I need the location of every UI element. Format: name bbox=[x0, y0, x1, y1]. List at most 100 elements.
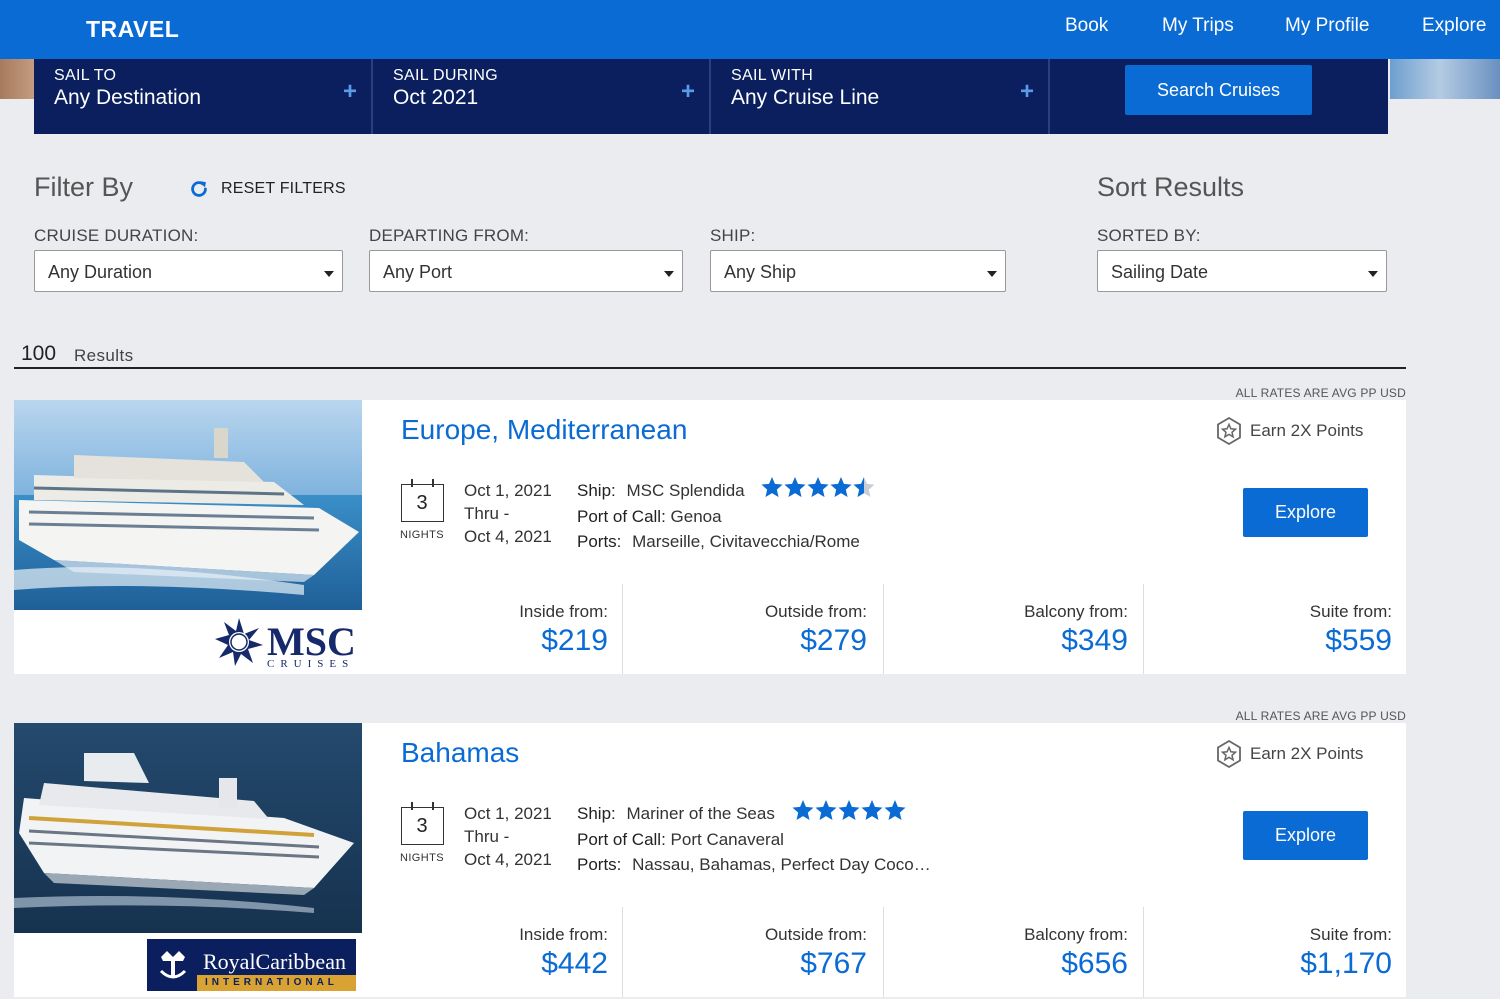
inside-price-label: Inside from: bbox=[519, 602, 608, 621]
port-of-call: Port Canaveral bbox=[670, 829, 784, 849]
ship-photo[interactable] bbox=[14, 400, 362, 610]
destination-title[interactable]: Bahamas bbox=[401, 737, 519, 769]
nights-label: NIGHTS bbox=[400, 852, 444, 864]
sail-during-value: Oct 2021 bbox=[393, 86, 479, 109]
explore-button[interactable]: Explore bbox=[1243, 811, 1368, 860]
earn-points-badge: Earn 2X Points bbox=[1214, 739, 1363, 769]
results-count: 100 bbox=[21, 342, 57, 365]
royal-caribbean-logo-subtext: INTERNATIONAL bbox=[205, 977, 338, 988]
sailing-dates: Oct 1, 2021 Thru - Oct 4, 2021 bbox=[464, 802, 552, 871]
suite-price[interactable]: Suite from: $559 bbox=[1143, 584, 1406, 674]
outside-price-value[interactable]: $767 bbox=[623, 947, 867, 981]
brand-logo[interactable]: TRAVEL bbox=[86, 16, 179, 43]
balcony-price[interactable]: Balcony from: $656 bbox=[883, 907, 1142, 997]
sail-with-selector[interactable]: SAIL WITH Any Cruise Line + bbox=[711, 59, 1050, 134]
date-end: Oct 4, 2021 bbox=[464, 527, 552, 546]
sorted-by-label: SORTED BY: bbox=[1097, 226, 1201, 245]
inside-price[interactable]: Inside from: $219 bbox=[363, 584, 622, 674]
sail-with-label: SAIL WITH bbox=[731, 67, 814, 84]
calendar-icon: 3 bbox=[401, 802, 444, 845]
explore-button[interactable]: Explore bbox=[1243, 488, 1368, 537]
ship-name: Mariner of the Seas bbox=[626, 804, 775, 823]
balcony-price-value[interactable]: $656 bbox=[884, 947, 1128, 981]
results-count-label: Results bbox=[74, 346, 134, 365]
crown-anchor-icon bbox=[159, 951, 187, 979]
filter-by-title: Filter By bbox=[34, 172, 134, 202]
date-start: Oct 1, 2021 bbox=[464, 481, 552, 500]
sorted-by-select[interactable]: Sailing Date bbox=[1097, 250, 1387, 292]
nights-label: NIGHTS bbox=[400, 529, 444, 541]
cruise-duration-select[interactable]: Any Duration bbox=[34, 250, 343, 292]
search-cruises-button[interactable]: Search Cruises bbox=[1125, 65, 1312, 115]
balcony-price[interactable]: Balcony from: $349 bbox=[883, 584, 1142, 674]
earn-points-badge: Earn 2X Points bbox=[1214, 416, 1363, 446]
caret-down-icon bbox=[664, 271, 674, 277]
suite-price-label: Suite from: bbox=[1309, 602, 1392, 621]
cruise-details: Ship: Mariner of the Seas Port of Call: … bbox=[577, 797, 931, 878]
nav-link-my-trips[interactable]: My Trips bbox=[1162, 15, 1234, 37]
cruise-duration-value: Any Duration bbox=[48, 262, 153, 282]
sailing-dates: Oct 1, 2021 Thru - Oct 4, 2021 bbox=[464, 479, 552, 548]
result-card: MSC CRUISES Europe, Mediterranean 3 NIGH… bbox=[14, 400, 1406, 674]
port-of-call-label: Port of Call: bbox=[577, 506, 666, 526]
outside-price-value[interactable]: $279 bbox=[623, 624, 867, 658]
star-rating-icon bbox=[761, 477, 875, 497]
plus-icon: + bbox=[342, 78, 357, 105]
ship-photo[interactable] bbox=[14, 723, 362, 933]
ship-value: Any Ship bbox=[724, 262, 797, 282]
caret-down-icon bbox=[1368, 271, 1378, 277]
suite-price[interactable]: Suite from: $1,170 bbox=[1143, 907, 1406, 997]
ship-label: SHIP: bbox=[710, 226, 756, 245]
sort-results-title: Sort Results bbox=[1097, 172, 1245, 202]
inside-price-value[interactable]: $219 bbox=[363, 624, 608, 658]
port-of-call: Genoa bbox=[670, 506, 722, 526]
ports-list: Marseille, Civitavecchia/Rome bbox=[632, 532, 860, 551]
inside-price[interactable]: Inside from: $442 bbox=[363, 907, 622, 997]
suite-price-value[interactable]: $1,170 bbox=[1144, 947, 1392, 981]
cruise-search-bar: SAIL TO Any Destination + SAIL DURING Oc… bbox=[34, 59, 1388, 134]
msc-logo-subtext: CRUISES bbox=[267, 658, 355, 670]
nav-link-explore[interactable]: Explore bbox=[1422, 15, 1486, 37]
ports-list: Nassau, Bahamas, Perfect Day Coco… bbox=[632, 855, 931, 874]
suite-price-value[interactable]: $559 bbox=[1144, 624, 1392, 658]
plus-icon: + bbox=[680, 78, 695, 105]
calendar-icon: 3 bbox=[401, 479, 444, 522]
date-start: Oct 1, 2021 bbox=[464, 804, 552, 823]
cruise-duration-label: CRUISE DURATION: bbox=[34, 226, 199, 245]
departing-from-value: Any Port bbox=[383, 262, 453, 282]
destination-title[interactable]: Europe, Mediterranean bbox=[401, 414, 687, 446]
balcony-price-label: Balcony from: bbox=[1024, 925, 1128, 944]
sail-to-selector[interactable]: SAIL TO Any Destination + bbox=[34, 59, 373, 134]
outside-price[interactable]: Outside from: $279 bbox=[622, 584, 881, 674]
points-star-icon bbox=[1217, 739, 1241, 769]
inside-price-value[interactable]: $442 bbox=[363, 947, 608, 981]
sail-during-selector[interactable]: SAIL DURING Oct 2021 + bbox=[373, 59, 711, 134]
nights-count: 3 bbox=[416, 815, 428, 837]
reset-filters-label: RESET FILTERS bbox=[221, 180, 346, 197]
sorted-by-value: Sailing Date bbox=[1111, 262, 1209, 282]
divider bbox=[14, 367, 1406, 369]
balcony-price-value[interactable]: $349 bbox=[884, 624, 1128, 658]
cruise-details: Ship: MSC Splendida Port of Call: Genoa … bbox=[577, 474, 877, 555]
royal-caribbean-logo: RoyalCaribbean INTERNATIONAL bbox=[147, 939, 356, 991]
caret-down-icon bbox=[987, 271, 997, 277]
sail-during-label: SAIL DURING bbox=[393, 67, 498, 84]
nav-link-my-profile[interactable]: My Profile bbox=[1285, 15, 1369, 37]
ports-label: Ports: bbox=[577, 532, 622, 551]
star-rating-icon bbox=[792, 800, 906, 820]
departing-from-select[interactable]: Any Port bbox=[369, 250, 683, 292]
ship-select[interactable]: Any Ship bbox=[710, 250, 1006, 292]
top-nav: TRAVEL Book My Trips My Profile Explore bbox=[0, 0, 1500, 59]
balcony-price-label: Balcony from: bbox=[1024, 602, 1128, 621]
date-end: Oct 4, 2021 bbox=[464, 850, 552, 869]
outside-price-label: Outside from: bbox=[764, 925, 867, 944]
cruise-line-logo: MSC CRUISES bbox=[14, 610, 362, 674]
outside-price[interactable]: Outside from: $767 bbox=[622, 907, 881, 997]
sail-to-label: SAIL TO bbox=[54, 67, 117, 84]
reset-filters-button[interactable]: RESET FILTERS bbox=[188, 178, 346, 200]
cruise-line-logo: RoyalCaribbean INTERNATIONAL bbox=[14, 933, 362, 997]
nights-count: 3 bbox=[416, 492, 428, 514]
departing-from-label: DEPARTING FROM: bbox=[369, 226, 530, 245]
nav-link-book[interactable]: Book bbox=[1065, 15, 1108, 37]
inside-price-label: Inside from: bbox=[519, 925, 608, 944]
